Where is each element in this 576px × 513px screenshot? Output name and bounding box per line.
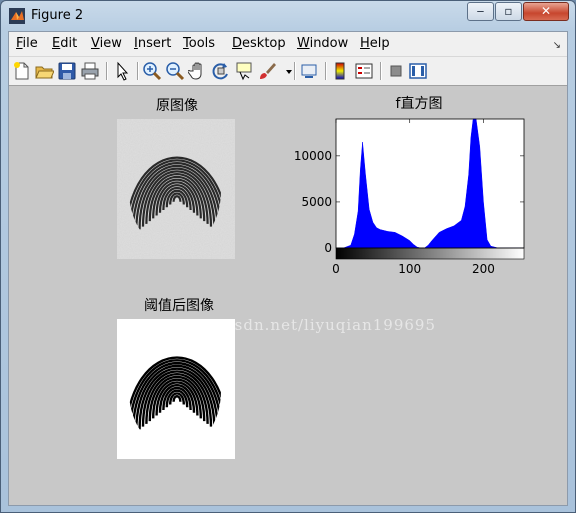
threshold-image-title: 阈值后图像 <box>144 298 214 314</box>
maximize-icon: ▫ <box>504 4 513 18</box>
menu-tools[interactable]: Tools <box>183 36 215 51</box>
minimize-icon: ‒ <box>476 4 485 18</box>
matlab-icon <box>9 8 25 24</box>
toolbar-separator <box>294 62 296 80</box>
colorbar-icon[interactable] <box>331 61 351 81</box>
print-icon[interactable] <box>80 61 100 81</box>
open-file-icon[interactable] <box>34 61 54 81</box>
link-plot-icon[interactable] <box>299 61 319 81</box>
menu-bar: File Edit View Insert Tools Desktop Wind… <box>9 32 567 57</box>
y-tick-label: 10000 <box>294 149 332 163</box>
save-icon[interactable] <box>57 61 77 81</box>
menu-insert[interactable]: Insert <box>134 36 171 51</box>
close-icon: ✕ <box>540 4 552 18</box>
x-tick-label: 0 <box>332 262 340 276</box>
pan-hand-icon[interactable] <box>188 61 208 81</box>
figure-canvas[interactable]: 原图像 f直方图 0 100 200 0 5000 10000 阈值后图像 ht… <box>9 86 567 505</box>
minimize-button[interactable]: ‒ <box>467 2 494 21</box>
new-figure-icon[interactable] <box>12 61 32 81</box>
menu-help[interactable]: Help <box>360 36 390 51</box>
menu-file-label: ile <box>22 36 38 51</box>
hide-plot-tools-icon[interactable] <box>386 61 406 81</box>
close-button[interactable]: ✕ <box>523 2 569 21</box>
window-title: Figure 2 <box>31 8 84 23</box>
figure-client-area: File Edit View Insert Tools Desktop Wind… <box>8 31 568 506</box>
pointer-icon[interactable] <box>112 61 132 81</box>
toolbar-separator <box>325 62 327 80</box>
thresholded-fingerprint-image <box>117 319 235 459</box>
show-plot-tools-icon[interactable] <box>408 61 428 81</box>
brush-icon[interactable] <box>257 61 277 81</box>
y-tick-label: 0 <box>324 241 332 255</box>
legend-icon[interactable] <box>354 61 374 81</box>
zoom-in-icon[interactable] <box>142 61 162 81</box>
toolbar-separator <box>137 62 139 80</box>
original-image-title: 原图像 <box>156 98 198 114</box>
menu-desktop[interactable]: Desktop <box>232 36 286 51</box>
x-tick-label: 100 <box>398 262 421 276</box>
maximize-button[interactable]: ▫ <box>495 2 522 21</box>
histogram-chart: 0 100 200 0 5000 10000 <box>294 118 525 276</box>
menu-window[interactable]: Window <box>297 36 348 51</box>
data-cursor-icon[interactable] <box>234 61 254 81</box>
watermark-text: http://blog.csdn.net/liyuqian199695 <box>129 316 437 334</box>
menu-view[interactable]: View <box>91 36 122 51</box>
dock-arrow-icon[interactable]: ↘ <box>553 40 561 51</box>
title-bar[interactable]: Figure 2 ‒ ▫ ✕ <box>1 1 575 31</box>
toolbar-separator <box>106 62 108 80</box>
zoom-out-icon[interactable] <box>165 61 185 81</box>
y-tick-label: 5000 <box>301 195 332 209</box>
menu-file[interactable]: File <box>16 36 38 51</box>
x-tick-label: 200 <box>472 262 495 276</box>
original-fingerprint-image <box>117 119 235 259</box>
menu-edit[interactable]: Edit <box>52 36 77 51</box>
figure-toolbar <box>9 57 567 86</box>
toolbar-separator <box>380 62 382 80</box>
figure-window: Figure 2 ‒ ▫ ✕ File Edit View Insert Too… <box>0 0 576 513</box>
grayscale-colorbar <box>335 247 525 260</box>
histogram-title: f直方图 <box>395 96 443 112</box>
rotate-3d-icon[interactable] <box>211 61 231 81</box>
brush-dropdown-icon[interactable] <box>279 61 292 81</box>
